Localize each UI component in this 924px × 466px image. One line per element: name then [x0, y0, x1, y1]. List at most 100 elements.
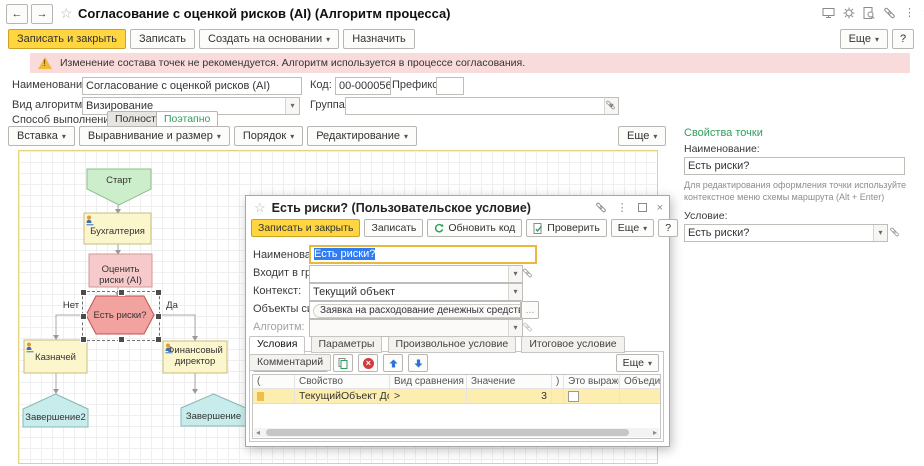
- resize-handle[interactable]: [155, 313, 162, 320]
- order-menu-button[interactable]: Порядок▾: [234, 126, 303, 146]
- dialog-refresh-code-button[interactable]: Обновить код: [427, 219, 522, 237]
- kebab-menu-icon[interactable]: ⋮: [617, 201, 628, 214]
- dialog-more-button[interactable]: Еще▾: [611, 219, 654, 237]
- resize-handle[interactable]: [80, 336, 87, 343]
- col-is-expression[interactable]: Это выражение: [564, 375, 620, 389]
- chevron-down-icon[interactable]: ▾: [508, 320, 522, 336]
- selection-frame[interactable]: [82, 291, 160, 341]
- link-icon[interactable]: [888, 224, 901, 240]
- scroll-right-icon[interactable]: ▸: [653, 428, 657, 437]
- expression-checkbox[interactable]: [568, 391, 579, 402]
- dlg-context-combo[interactable]: Текущий объект▾: [309, 283, 523, 301]
- edit-menu-button[interactable]: Редактирование▾: [307, 126, 417, 146]
- chevron-down-icon[interactable]: ▾: [508, 266, 522, 282]
- role-icon: [26, 342, 36, 353]
- insert-menu-button[interactable]: Вставка▾: [8, 126, 75, 146]
- warning-icon: [38, 57, 52, 69]
- condition-combo[interactable]: Есть риски?▾: [684, 224, 888, 242]
- start-node-label[interactable]: Старт: [87, 176, 151, 187]
- chevron-down-icon[interactable]: ▾: [508, 284, 522, 300]
- back-button[interactable]: ←: [6, 4, 28, 24]
- chevron-down-icon: ▾: [290, 132, 294, 141]
- cell-property[interactable]: ТекущийОбъект Доп...: [295, 389, 390, 404]
- cell-close-paren[interactable]: [552, 389, 564, 404]
- favorite-star-icon[interactable]: ☆: [254, 200, 266, 216]
- forward-button[interactable]: →: [31, 4, 53, 24]
- link-icon[interactable]: [521, 265, 534, 281]
- kebab-menu-icon[interactable]: ⋮: [904, 6, 915, 19]
- col-open-paren[interactable]: (: [253, 375, 295, 389]
- scrollbar-thumb[interactable]: [266, 429, 629, 436]
- code-input[interactable]: 00-000056: [335, 77, 391, 95]
- link-icon[interactable]: [604, 97, 617, 113]
- window-icons: ⋮ ×: [822, 6, 924, 19]
- save-close-button[interactable]: Записать и закрыть: [8, 29, 126, 49]
- help-button[interactable]: ?: [892, 29, 914, 49]
- assess-node-label[interactable]: Оценить риски (AI): [89, 265, 152, 287]
- cell-value[interactable]: 3: [467, 389, 552, 404]
- chevron-down-icon[interactable]: ▾: [285, 98, 299, 114]
- preview-icon[interactable]: [863, 7, 875, 19]
- dialog-tabs: Условия Параметры Произвольное условие И…: [249, 336, 669, 371]
- col-property[interactable]: Свойство: [295, 375, 390, 389]
- row-marker-icon: [257, 392, 264, 401]
- resize-handle[interactable]: [118, 336, 125, 343]
- favorite-star-icon[interactable]: ☆: [60, 5, 73, 22]
- col-comparison[interactable]: Вид сравнения: [390, 375, 467, 389]
- group-combo[interactable]: ▾: [345, 97, 619, 115]
- forward-arrow-icon: →: [37, 8, 48, 20]
- finish2-node-label[interactable]: Завершение2: [23, 413, 88, 424]
- link-icon[interactable]: [521, 319, 534, 335]
- link-icon[interactable]: [883, 7, 896, 19]
- align-menu-button[interactable]: Выравнивание и размер▾: [79, 126, 230, 146]
- tab-custom-condition[interactable]: Произвольное условие: [388, 336, 517, 353]
- tab-parameters[interactable]: Параметры: [311, 336, 383, 353]
- col-close-paren[interactable]: ): [552, 375, 564, 389]
- name-input[interactable]: Согласование с оценкой рисков (AI): [82, 77, 302, 95]
- dialog-help-button[interactable]: ?: [658, 219, 678, 237]
- resize-handle[interactable]: [155, 289, 162, 296]
- dlg-name-input[interactable]: Есть риски?: [309, 245, 537, 264]
- close-icon[interactable]: ×: [657, 202, 663, 214]
- gear-icon[interactable]: [843, 7, 855, 19]
- resize-handle[interactable]: [155, 336, 162, 343]
- tab-conditions[interactable]: Условия: [249, 336, 305, 354]
- finish-node-label[interactable]: Завершение: [181, 412, 246, 423]
- maximize-icon[interactable]: [638, 203, 647, 212]
- resize-handle[interactable]: [80, 313, 87, 320]
- resize-handle[interactable]: [118, 289, 125, 296]
- monitor-icon[interactable]: [822, 7, 835, 19]
- scroll-left-icon[interactable]: ◂: [256, 428, 260, 437]
- dlg-algorithm-combo[interactable]: ▾: [309, 319, 523, 337]
- create-from-button[interactable]: Создать на основании▾: [199, 29, 339, 49]
- treasurer-node-label[interactable]: Казначей: [24, 353, 87, 364]
- dialog-save-button[interactable]: Записать: [364, 219, 423, 237]
- assign-button[interactable]: Назначить: [343, 29, 415, 49]
- col-union[interactable]: Объединение с: [620, 375, 660, 389]
- dialog-check-button[interactable]: Проверить: [526, 219, 607, 237]
- dialog-save-close-button[interactable]: Записать и закрыть: [251, 219, 360, 237]
- link-icon[interactable]: [595, 202, 607, 213]
- save-button[interactable]: Записать: [130, 29, 195, 49]
- resize-handle[interactable]: [80, 289, 87, 296]
- horizontal-scrollbar[interactable]: ◂ ▸: [254, 428, 659, 437]
- dlg-objects-input[interactable]: Заявка на расходование денежных средств …: [309, 301, 521, 319]
- prefix-input[interactable]: [436, 77, 464, 95]
- chevron-down-icon: ▾: [643, 224, 647, 233]
- point-name-input[interactable]: Есть риски?: [684, 157, 905, 175]
- more-button[interactable]: Еще▾: [840, 29, 888, 49]
- scheme-more-button[interactable]: Еще▾: [618, 126, 666, 146]
- cell-is-expression[interactable]: [564, 389, 620, 404]
- accounting-node-label[interactable]: Бухгалтерия: [84, 227, 151, 238]
- chevron-down-icon[interactable]: ▾: [873, 225, 887, 241]
- condition-dialog: ☆ Есть риски? (Пользовательское условие)…: [245, 195, 670, 447]
- command-bar: Записать и закрыть Записать Создать на о…: [8, 29, 415, 49]
- cell-comparison[interactable]: >: [390, 389, 467, 404]
- tab-total-condition[interactable]: Итоговое условие: [521, 336, 624, 353]
- grid-row[interactable]: ТекущийОбъект Доп... > 3: [253, 389, 660, 404]
- col-value[interactable]: Значение: [467, 375, 552, 389]
- tab-comment[interactable]: Комментарий: [249, 354, 331, 371]
- cell-union[interactable]: [620, 389, 660, 404]
- dlg-objects-ellipsis-button[interactable]: ...: [521, 301, 539, 319]
- dlg-group-combo[interactable]: ▾: [309, 265, 523, 283]
